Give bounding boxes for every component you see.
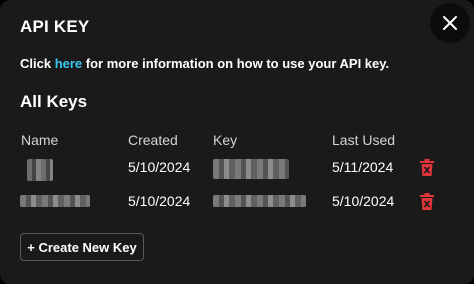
column-header-created: Created [128, 132, 178, 148]
delete-key-button[interactable] [419, 193, 435, 211]
modal-title: API KEY [20, 17, 90, 36]
column-header-key: Key [213, 132, 238, 148]
info-prefix: Click [20, 56, 55, 71]
column-header-name: Name [21, 132, 59, 148]
delete-key-button[interactable] [419, 159, 435, 177]
created-date: 5/10/2024 [128, 193, 191, 209]
last-used-date: 5/10/2024 [332, 193, 395, 209]
column-header-last-used: Last Used [332, 132, 396, 148]
create-new-key-button[interactable]: + Create New Key [20, 233, 144, 261]
last-used-date: 5/11/2024 [332, 159, 394, 175]
key-value-redacted [213, 195, 306, 207]
created-date: 5/10/2024 [128, 159, 191, 175]
info-suffix: for more information on how to use your … [82, 56, 390, 71]
info-text: Click here for more information on how t… [20, 56, 389, 71]
close-icon [443, 16, 457, 30]
key-name-redacted [27, 159, 53, 181]
info-link[interactable]: here [55, 56, 82, 71]
close-button[interactable] [430, 3, 470, 43]
key-value-redacted [213, 159, 289, 179]
api-key-modal: API KEY Click here for more information … [0, 0, 474, 284]
key-name-redacted [20, 195, 90, 207]
all-keys-heading: All Keys [20, 92, 88, 111]
